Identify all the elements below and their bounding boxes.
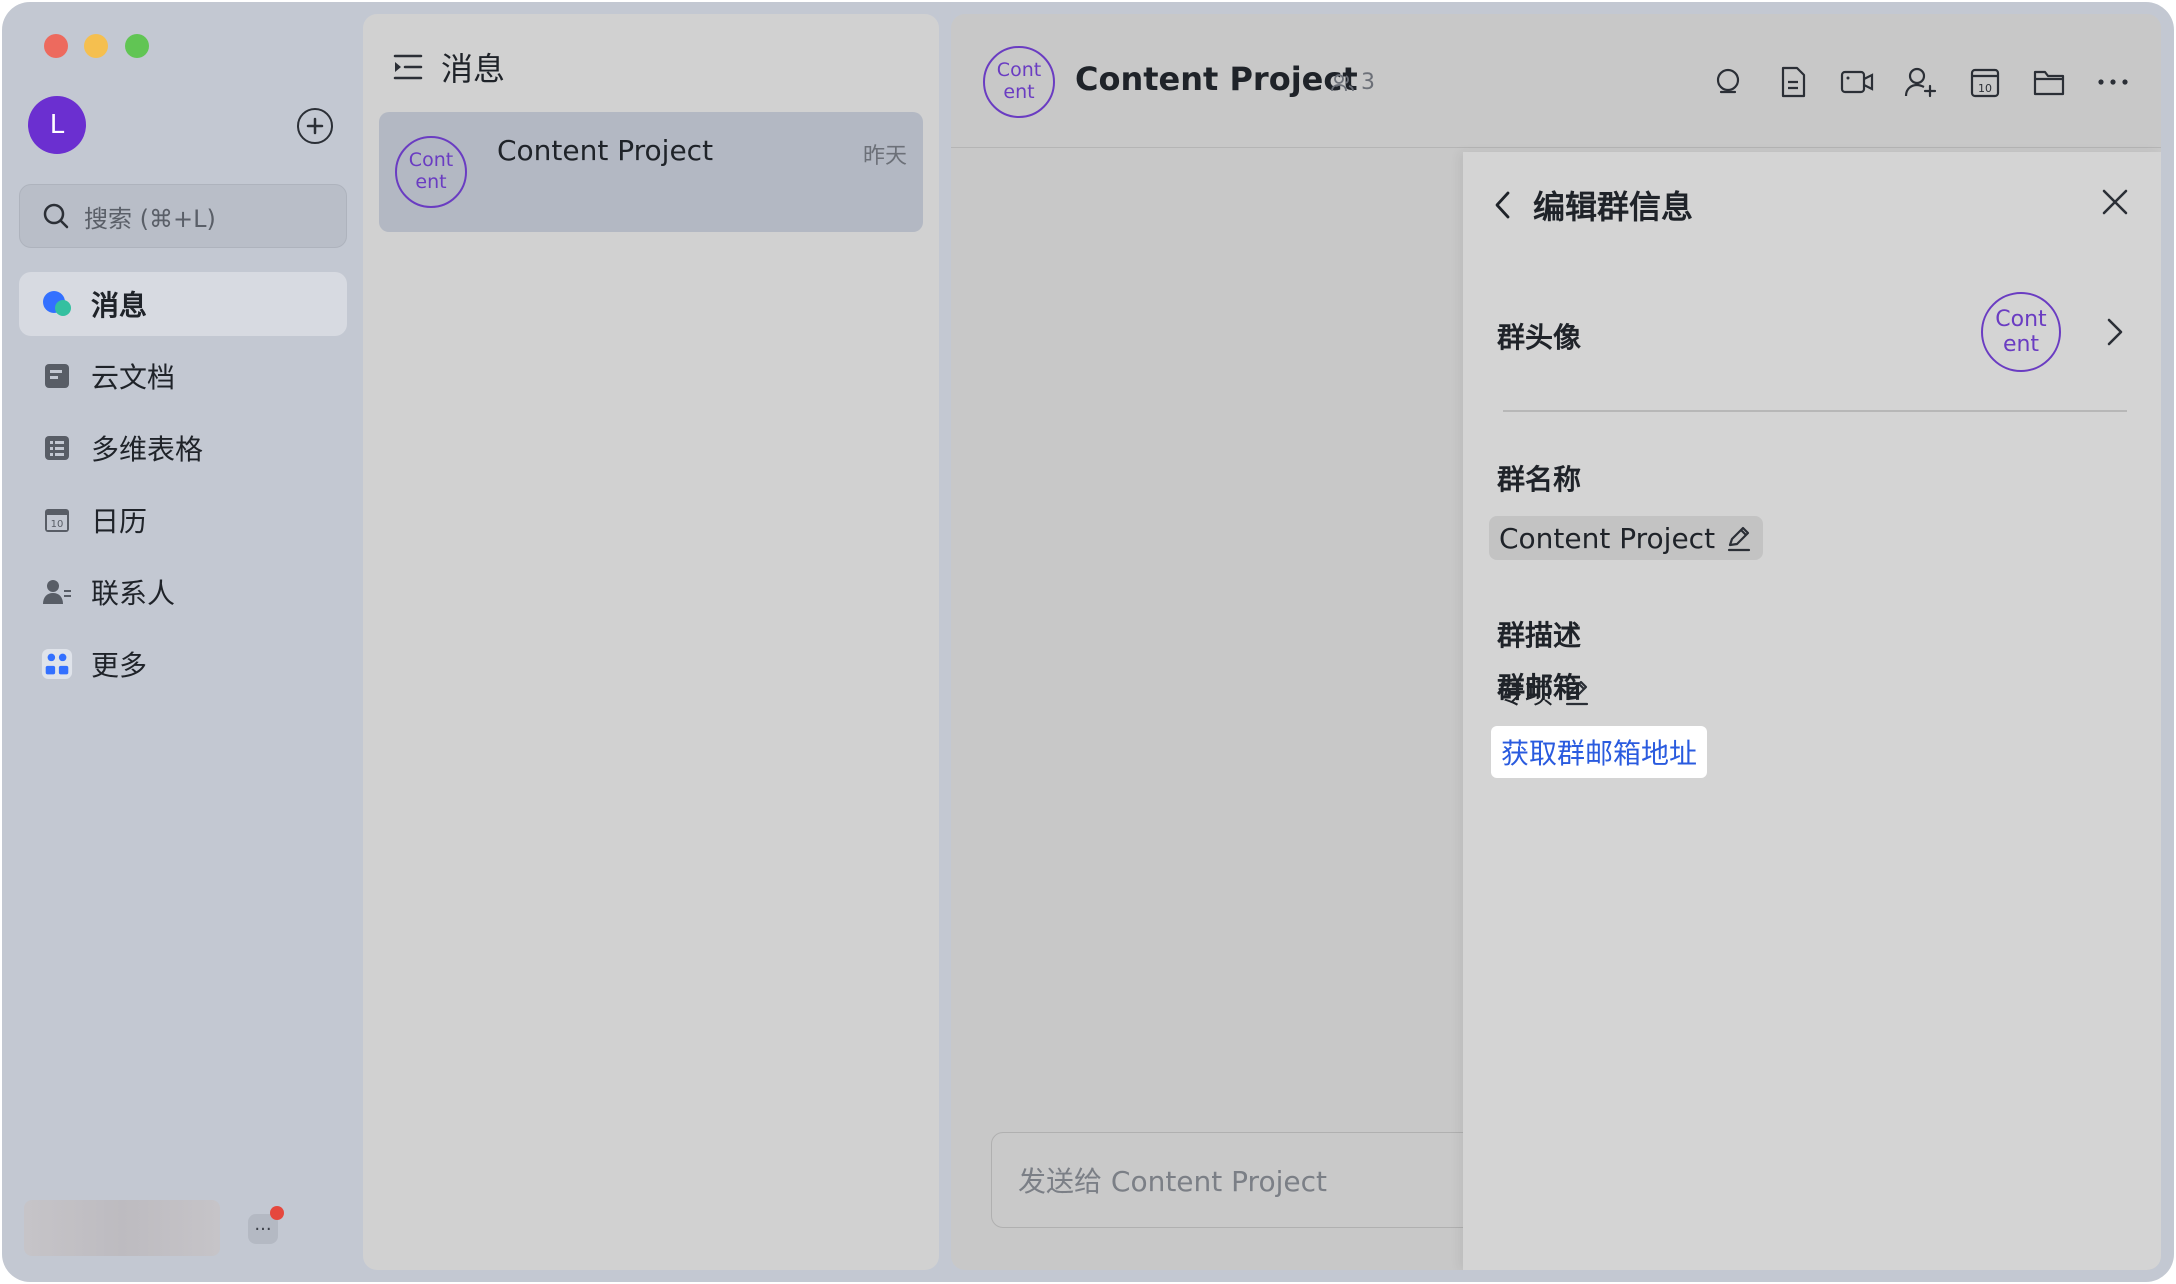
sidebar-item-cloud-docs[interactable]: 云文档 [19,344,347,408]
edit-group-header: 编辑群信息 [1493,182,1693,228]
svg-text:10: 10 [1978,82,1992,95]
chat-time: 昨天 [862,144,907,169]
message-bubble-icon [41,288,73,320]
close-window-button[interactable] [44,34,68,58]
sidebar-item-calendar[interactable]: 10 日历 [19,488,347,552]
app-window: L 搜索 (⌘+L) 消息 云文档 多维表格 10 日历 联系人 更多 ··· … [2,2,2174,1282]
message-list-header: 消息 [393,44,505,90]
member-count-value: 3 [1361,70,1375,95]
add-member-icon[interactable] [1903,64,1939,100]
group-desc-label: 群描述 [1497,619,1582,652]
add-icon[interactable] [297,108,333,144]
edit-group-title: 编辑群信息 [1533,188,1694,226]
svg-text:10: 10 [51,519,64,530]
divider [1503,410,2127,412]
calendar-icon: 10 [41,504,73,536]
composer-placeholder: 发送给 Content Project [1018,1165,1327,1198]
back-icon[interactable] [1493,189,1513,221]
group-avatar-preview[interactable]: Cont ent [1981,292,2061,372]
sidebar-item-base[interactable]: 多维表格 [19,416,347,480]
chat-title[interactable]: Content Project [1075,60,1358,98]
search-input[interactable]: 搜索 (⌘+L) [19,184,347,248]
edit-pencil-icon[interactable] [1725,524,1753,552]
contacts-icon [41,576,73,608]
chat-list-item[interactable]: Cont ent Content Project 昨天 [379,112,923,232]
avatar-text: Cont [408,149,454,172]
members-icon [1331,73,1354,91]
chat-toolbar: 10 [1683,64,2131,100]
cloud-doc-icon [41,360,73,392]
calendar-icon[interactable]: 10 [1967,64,2003,100]
more-icon[interactable] [2095,64,2131,100]
avatar-text: ent [1003,81,1035,103]
avatar-text: ent [2002,332,2040,357]
search-icon [43,203,69,229]
video-call-icon[interactable] [1839,64,1875,100]
folder-icon[interactable] [2031,64,2067,100]
group-name-value: Content Project [1499,521,1716,555]
member-count[interactable]: 3 [1331,70,1375,95]
sidebar-item-label: 更多 [91,649,148,682]
get-group-mail-link[interactable]: 获取群邮箱地址 [1491,726,1708,778]
sidebar-item-label: 日历 [91,505,148,538]
sidebar-item-contacts[interactable]: 联系人 [19,560,347,624]
avatar-text: Cont [996,59,1042,82]
more-apps-icon [41,648,73,680]
chat-name: Content Project [497,134,714,167]
sidebar-item-label: 多维表格 [91,433,204,466]
search-placeholder: 搜索 (⌘+L) [84,204,216,233]
sidebar-nav: 消息 云文档 多维表格 10 日历 联系人 更多 [19,272,347,704]
sidebar-item-more[interactable]: 更多 [19,632,347,696]
group-mail-label: 群邮箱 [1497,671,1582,704]
group-avatar: Cont ent [395,136,467,208]
chevron-right-icon[interactable] [2103,316,2127,348]
minimize-window-button[interactable] [84,34,108,58]
search-icon[interactable] [1711,64,1747,100]
notification-badge [270,1206,284,1220]
message-list-title: 消息 [441,50,506,88]
message-list-panel: 消息 Cont ent Content Project 昨天 [363,14,939,1270]
base-table-icon [41,432,73,464]
group-name-field[interactable]: Content Project [1489,516,1764,560]
message-composer[interactable]: 发送给 Content Project [991,1132,1511,1228]
zoom-window-button[interactable] [125,34,149,58]
chat-panel: Cont ent Content Project 3 10 发送给 Conten… [951,14,2161,1270]
close-icon[interactable] [2097,184,2133,220]
group-avatar-label: 群头像 [1497,321,1582,354]
sidebar-item-messages[interactable]: 消息 [19,272,347,336]
avatar-text: ent [415,171,447,193]
edit-group-panel: 编辑群信息 群头像 Cont ent 群名称 Content Project 群… [1463,152,2161,1270]
chat-group-avatar[interactable]: Cont ent [983,46,1055,118]
sidebar-item-label: 联系人 [91,577,176,610]
blurred-profile[interactable] [24,1200,220,1256]
collapse-list-icon[interactable] [393,53,423,81]
sidebar-item-label: 消息 [91,289,148,322]
user-avatar[interactable]: L [28,96,86,154]
avatar-text: Cont [1995,306,2047,332]
chat-header: Cont ent Content Project 3 10 [951,14,2161,148]
sidebar-item-label: 云文档 [91,361,176,394]
group-name-label: 群名称 [1497,463,1582,496]
document-icon[interactable] [1775,64,1811,100]
